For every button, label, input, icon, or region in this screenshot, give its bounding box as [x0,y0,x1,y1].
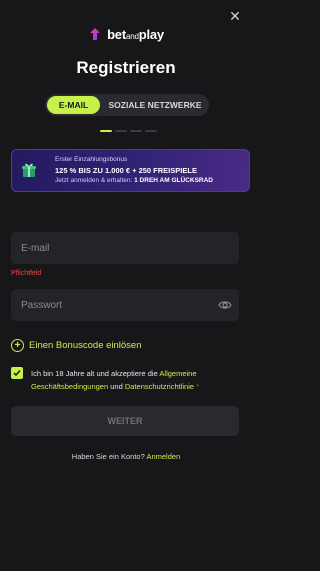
email-field[interactable] [11,232,239,264]
page-title: Registrieren [76,58,176,77]
carousel-dot [130,130,142,132]
banner-subtitle: Erster Einzahlungsbonus [55,156,128,163]
check-icon [13,370,21,377]
carousel-dot-active [100,130,112,132]
auth-tabs: E-MAIL SOZIALE NETZWERKE [45,94,209,116]
banner-details: Jetzt anmelden & erhalten: 1 DREH AM GLÜ… [55,177,213,184]
bonus-banner[interactable]: Erster Einzahlungsbonus 125 % BIS ZU 1.0… [11,149,250,192]
login-link[interactable]: Anmelden [146,452,180,461]
logo-icon [90,28,101,40]
close-icon[interactable]: ✕ [227,9,243,25]
email-error: Pflichtfeld [11,270,42,277]
bonus-code-link[interactable]: + Einen Bonuscode einlösen [11,338,142,352]
continue-button[interactable]: WEITER [11,406,239,436]
tab-social-networks[interactable]: SOZIALE NETZWERKE [103,96,207,114]
login-prompt: Haben Sie ein Konto? Anmelden [71,452,181,461]
brand-logo: betandplay [0,24,252,44]
bonus-code-label: Einen Bonuscode einlösen [29,339,142,351]
terms-checkbox[interactable] [11,367,23,379]
email-input[interactable] [11,232,239,264]
password-input[interactable] [11,289,239,321]
gift-icon [22,163,36,177]
privacy-link[interactable]: Datenschutzrichtlinie [125,382,194,391]
eye-icon[interactable] [218,299,232,311]
terms-text: Ich bin 18 Jahre alt und akzeptiere die … [31,369,200,391]
brand-name: betandplay [107,26,164,42]
plus-circle-icon: + [11,338,24,352]
tab-email[interactable]: E-MAIL [47,96,100,114]
password-field[interactable] [11,289,239,321]
carousel-dot [145,130,157,132]
banner-offer: 125 % BIS ZU 1.000 € + 250 FREISPIELE [55,166,197,175]
carousel-dot [115,130,127,132]
